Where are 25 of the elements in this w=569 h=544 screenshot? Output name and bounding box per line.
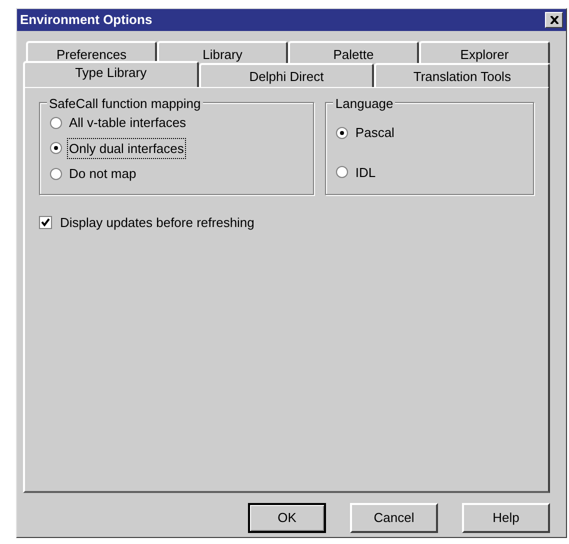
radio-button[interactable] — [50, 142, 62, 154]
radio-label: All v-table interfaces — [68, 114, 188, 132]
tab[interactable]: Palette — [288, 41, 419, 63]
radio-button[interactable] — [50, 116, 62, 129]
radio-button[interactable] — [336, 166, 348, 178]
checkbox-label: Display updates before refreshing — [60, 214, 254, 232]
tab[interactable]: Translation Tools — [374, 63, 550, 87]
window-title: Environment Options — [20, 11, 152, 30]
checkbox[interactable] — [39, 216, 52, 230]
dialog-button[interactable]: Cancel — [350, 503, 438, 533]
tab[interactable]: Preferences — [26, 41, 157, 63]
dialog-button[interactable]: OK — [248, 503, 326, 533]
tab[interactable]: Explorer — [419, 41, 550, 63]
tab[interactable]: Delphi Direct — [198, 63, 374, 87]
dialog-button[interactable]: Help — [462, 503, 550, 533]
radio-label: Do not map — [68, 165, 138, 183]
tab[interactable]: Type Library — [23, 61, 199, 87]
radio-label: Pascal — [354, 124, 396, 142]
radio-button[interactable] — [50, 168, 62, 180]
radio-label: IDL — [354, 164, 377, 182]
radio-button[interactable] — [336, 126, 348, 139]
radio-label: Only dual interfaces — [68, 138, 185, 158]
close-button[interactable] — [545, 12, 563, 28]
tab[interactable]: Library — [157, 41, 288, 63]
close-icon — [550, 16, 558, 24]
